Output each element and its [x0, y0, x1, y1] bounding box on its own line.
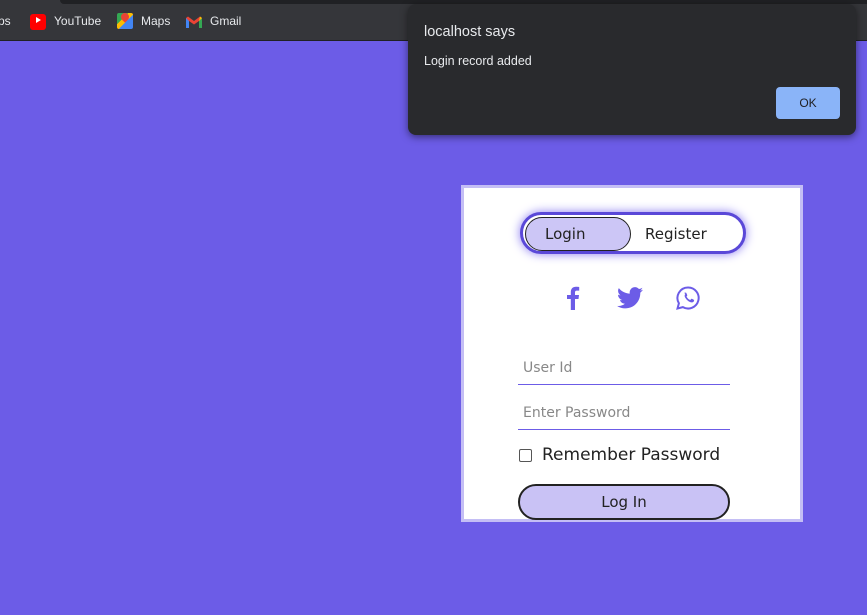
alert-message: Login record added	[424, 54, 532, 68]
password-input[interactable]	[518, 396, 730, 430]
whatsapp-icon[interactable]	[676, 285, 700, 311]
remember-label[interactable]: Remember Password	[542, 445, 720, 465]
bookmark-gmail[interactable]: Gmail	[186, 12, 241, 30]
user-id-input[interactable]	[518, 351, 730, 385]
maps-icon	[117, 13, 133, 29]
login-card: Login Register Remember Password Log In	[461, 185, 803, 522]
tab-login[interactable]: Login	[545, 225, 585, 243]
alert-title: localhost says	[424, 24, 516, 40]
bookmark-youtube[interactable]: YouTube	[30, 12, 101, 30]
bookmark-apps-label: ps	[0, 14, 11, 28]
bookmark-label: Maps	[141, 14, 171, 28]
alert-dialog: localhost says Login record added OK	[408, 4, 856, 135]
remember-checkbox[interactable]	[519, 448, 532, 462]
gmail-icon	[186, 16, 202, 28]
bookmark-apps[interactable]: ps	[0, 12, 11, 30]
alert-ok-button[interactable]: OK	[776, 87, 840, 119]
tab-register[interactable]: Register	[645, 225, 707, 243]
auth-toggle: Login Register	[520, 212, 746, 254]
twitter-icon[interactable]	[617, 285, 643, 311]
facebook-icon[interactable]	[566, 285, 580, 311]
remember-row: Remember Password	[519, 445, 720, 465]
bookmark-label: YouTube	[54, 14, 102, 28]
bookmark-maps[interactable]: Maps	[117, 12, 170, 30]
bookmark-label: Gmail	[210, 14, 242, 28]
youtube-icon	[30, 13, 46, 30]
login-button[interactable]: Log In	[518, 484, 730, 520]
